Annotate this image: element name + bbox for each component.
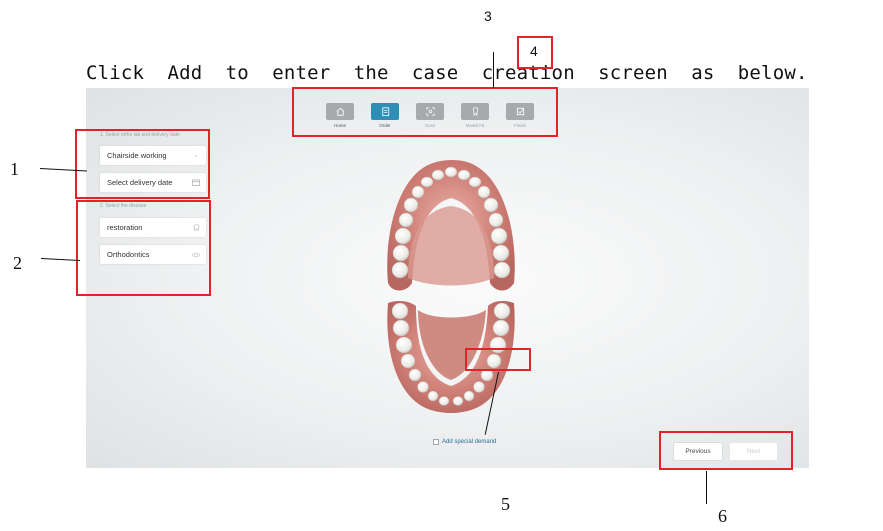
leader-line-3 [493, 52, 494, 88]
checkbox-icon[interactable] [433, 439, 439, 445]
callout-number-5: 5 [501, 494, 510, 514]
callout-number-2: 2 [13, 253, 22, 273]
callout-number-4: 4 [530, 43, 538, 59]
callout-box-1 [75, 129, 210, 199]
leader-line-6 [706, 471, 707, 504]
caption-text: Click Add to enter the case creation scr… [86, 62, 808, 84]
leader-line-2 [40, 258, 80, 262]
upper-arch [387, 160, 515, 291]
callout-number-3: 3 [484, 8, 492, 24]
special-demand-checkbox[interactable]: Add special demand [433, 439, 496, 445]
callout-box-2 [76, 200, 211, 296]
callout-box-3 [292, 87, 558, 137]
callout-box-5 [465, 348, 531, 371]
callout-number-6: 6 [718, 506, 727, 526]
special-demand-label: Add special demand [442, 439, 497, 445]
callout-number-1: 1 [10, 159, 19, 179]
callout-box-6 [659, 431, 793, 470]
